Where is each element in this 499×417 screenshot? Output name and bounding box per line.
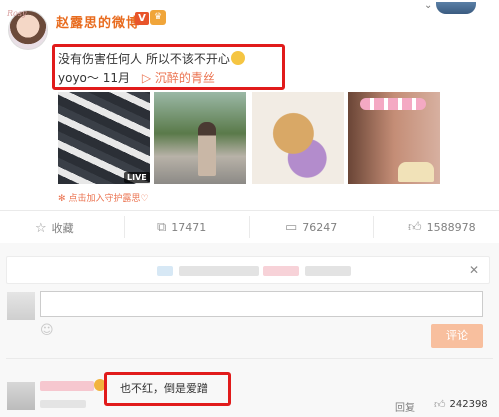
favorite-button[interactable]: ☆ 收藏 <box>35 220 74 236</box>
live-photo-badge: LIVE <box>124 172 150 183</box>
divider <box>6 358 493 359</box>
close-icon[interactable]: ✕ <box>469 263 479 277</box>
post-menu[interactable]: ⌄ <box>424 0 484 16</box>
star-icon: ☆ <box>35 220 47 236</box>
divider <box>373 216 374 238</box>
thumb-up-icon: 👍︎ <box>408 220 422 235</box>
divider <box>0 210 499 211</box>
blurred-text <box>157 266 173 276</box>
member-crown-icon: ♛ <box>150 10 166 25</box>
blurred-text <box>263 266 299 276</box>
verified-badge-icon: V <box>135 12 149 25</box>
author-name[interactable]: 赵露思的微博 <box>56 12 140 31</box>
comment-icon: ▭ <box>285 220 298 235</box>
divider <box>124 216 125 238</box>
play-icon: ▷ <box>141 71 152 85</box>
music-link[interactable]: ▷ 沉醉的青丝 <box>142 71 215 85</box>
emoji-picker-icon[interactable]: ☺ <box>40 323 54 338</box>
comment-like-button[interactable]: 👍︎ 242398 <box>434 398 488 411</box>
commenter-avatar[interactable] <box>7 382 35 410</box>
favorite-label: 收藏 <box>51 222 74 235</box>
post-photo-1[interactable] <box>58 92 150 184</box>
repost-icon: ⧉ <box>157 220 167 235</box>
comment-input[interactable] <box>40 291 483 317</box>
avatar-tag: Rosy <box>7 9 27 18</box>
music-line: yoyo～ 11月 ▷ 沉醉的青丝 <box>58 69 215 86</box>
blurred-text <box>179 266 259 276</box>
music-artist: yoyo～ 11月 <box>58 71 130 85</box>
comment-time <box>40 400 86 408</box>
chevron-down-icon[interactable]: ⌄ <box>424 0 432 11</box>
like-count: 1588978 <box>426 221 476 234</box>
guard-link[interactable]: ✻ 点击加入守护露思♡ <box>58 191 149 204</box>
comment-text: 也不红，倒是爱蹭 <box>120 382 208 395</box>
author-avatar[interactable]: Rosy <box>7 9 48 50</box>
post-text-content: 没有伤害任何人 所以不该不开心 <box>58 52 230 66</box>
my-avatar <box>7 292 35 320</box>
comment-like-count: 242398 <box>449 399 488 410</box>
music-title: 沉醉的青丝 <box>154 71 215 85</box>
decoration-boat-icon <box>436 2 476 14</box>
flower-icon: ✻ <box>58 194 66 204</box>
comment-button[interactable]: ▭ 76247 <box>285 220 337 235</box>
guard-link-label: 点击加入守护露思♡ <box>68 194 149 204</box>
comment-notice-bar: ✕ <box>6 256 490 284</box>
repost-count: 17471 <box>171 221 207 234</box>
blurred-text <box>305 266 351 276</box>
post-text: 没有伤害任何人 所以不该不开心 <box>58 50 245 67</box>
commenter-name[interactable] <box>40 381 94 391</box>
divider <box>249 216 250 238</box>
post-photo-3[interactable] <box>252 92 344 184</box>
post-photo-4[interactable] <box>348 92 440 184</box>
like-button[interactable]: 👍︎ 1588978 <box>408 220 476 235</box>
repost-button[interactable]: ⧉ 17471 <box>157 220 206 235</box>
smile-emoji-icon <box>230 51 245 65</box>
post-photo-2[interactable] <box>154 92 246 184</box>
comment-count: 76247 <box>302 221 338 234</box>
weibo-post-page: Rosy 赵露思的微博 V ♛ ⌄ 没有伤害任何人 所以不该不开心 yoyo～ … <box>0 0 499 417</box>
thumb-up-icon: 👍︎ <box>434 398 446 411</box>
submit-comment-button[interactable]: 评论 <box>431 324 483 348</box>
reply-button[interactable]: 回复 <box>395 399 415 414</box>
